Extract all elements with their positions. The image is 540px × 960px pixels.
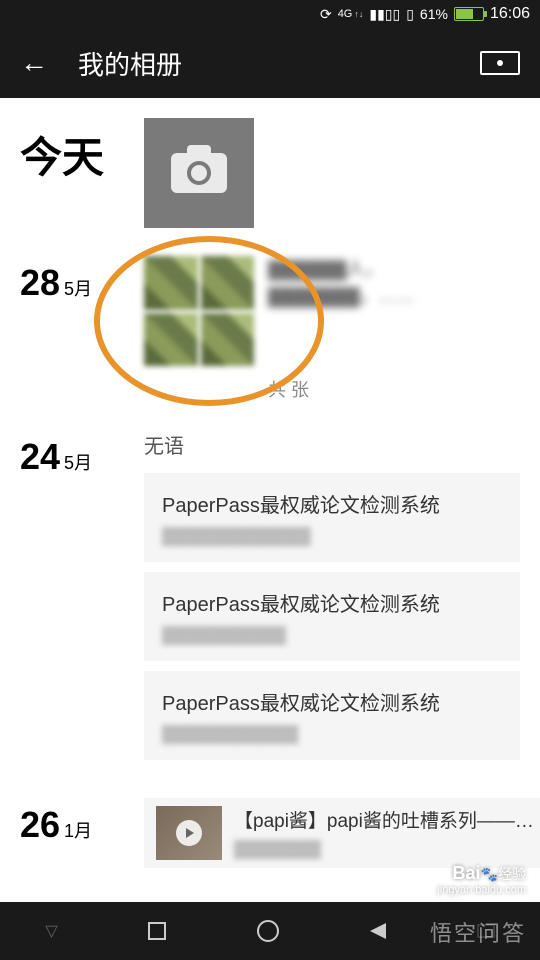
post-caption: 无语 <box>144 430 520 459</box>
link-card-title: PaperPass最权威论文检测系统 <box>162 588 502 617</box>
video-title: 【papi酱】papi酱的吐槽系列——… <box>234 806 534 833</box>
link-card-title: PaperPass最权威论文检测系统 <box>162 489 502 518</box>
nav-back-icon[interactable] <box>370 923 386 939</box>
timeline-entry-today: 今天 <box>20 118 520 228</box>
video-thumbnail <box>156 806 222 860</box>
battery-text: 61% <box>420 6 448 22</box>
link-card[interactable]: PaperPass最权威论文检测系统 ▓▓▓▓▓▓▓▓▓▓▓▓ <box>144 473 520 562</box>
video-subtitle: ▓▓▓▓▓▓▓ <box>234 839 534 859</box>
page-title: 我的相册 <box>78 45 450 82</box>
status-bar: • ⟳ 4G↑↓ ▮▮▯▯ ▯ 61% 16:06 <box>0 0 540 28</box>
watermark: Bai🐾经验 jingyan.baidu.com <box>437 863 526 896</box>
album-timeline: 今天 285月 ▓▓▓▓▓▓人，▓▓▓▓▓▓▓，…… 共 张 245月 <box>0 98 540 918</box>
link-card-subtitle: ▓▓▓▓▓▓▓▓▓▓▓ <box>162 724 502 744</box>
nav-recent-icon[interactable] <box>148 922 166 940</box>
link-card-title: PaperPass最权威论文检测系统 <box>162 687 502 716</box>
network-indicator: 4G↑↓ <box>338 9 364 20</box>
nav-menu-icon[interactable]: ▽ <box>45 921 57 941</box>
wukong-watermark: 悟空问答 <box>430 916 526 948</box>
date-label: 285月 <box>20 256 128 402</box>
signal-icon: ▮▮▯▯ <box>369 6 400 23</box>
link-card[interactable]: PaperPass最权威论文检测系统 ▓▓▓▓▓▓▓▓▓▓▓ <box>144 671 520 760</box>
sync-icon: ⟳ <box>320 6 332 23</box>
clock: 16:06 <box>490 5 530 23</box>
moment-post[interactable]: ▓▓▓▓▓▓人，▓▓▓▓▓▓▓，…… <box>144 256 520 366</box>
play-icon <box>176 820 202 846</box>
link-card-subtitle: ▓▓▓▓▓▓▓▓▓▓▓▓ <box>162 526 502 546</box>
date-label: 261月 <box>20 798 128 868</box>
post-caption: ▓▓▓▓▓▓人，▓▓▓▓▓▓▓，…… <box>268 256 520 310</box>
app-header: ← 我的相册 <box>0 28 540 98</box>
battery-icon <box>454 7 484 21</box>
link-card[interactable]: PaperPass最权威论文检测系统 ▓▓▓▓▓▓▓▓▓▓ <box>144 572 520 661</box>
date-label: 245月 <box>20 430 128 770</box>
nav-home-icon[interactable] <box>257 920 279 942</box>
video-card[interactable]: 【papi酱】papi酱的吐槽系列——… ▓▓▓▓▓▓▓ <box>144 798 540 868</box>
timeline-entry: 245月 无语 PaperPass最权威论文检测系统 ▓▓▓▓▓▓▓▓▓▓▓▓ … <box>20 430 520 770</box>
photo-count: 共 张 <box>268 376 520 402</box>
back-arrow-icon[interactable]: ← <box>20 47 48 79</box>
more-action-icon[interactable] <box>480 51 520 75</box>
camera-icon <box>171 153 227 193</box>
date-label: 今天 <box>20 118 128 228</box>
timeline-entry: 285月 ▓▓▓▓▓▓人，▓▓▓▓▓▓▓，…… 共 张 <box>20 256 520 402</box>
sim-icon: ▯ <box>406 6 414 23</box>
photo-grid-thumb[interactable] <box>144 256 254 366</box>
timeline-entry: 261月 【papi酱】papi酱的吐槽系列——… ▓▓▓▓▓▓▓ <box>20 798 520 868</box>
add-photo-button[interactable] <box>144 118 254 228</box>
link-card-subtitle: ▓▓▓▓▓▓▓▓▓▓ <box>162 625 502 645</box>
